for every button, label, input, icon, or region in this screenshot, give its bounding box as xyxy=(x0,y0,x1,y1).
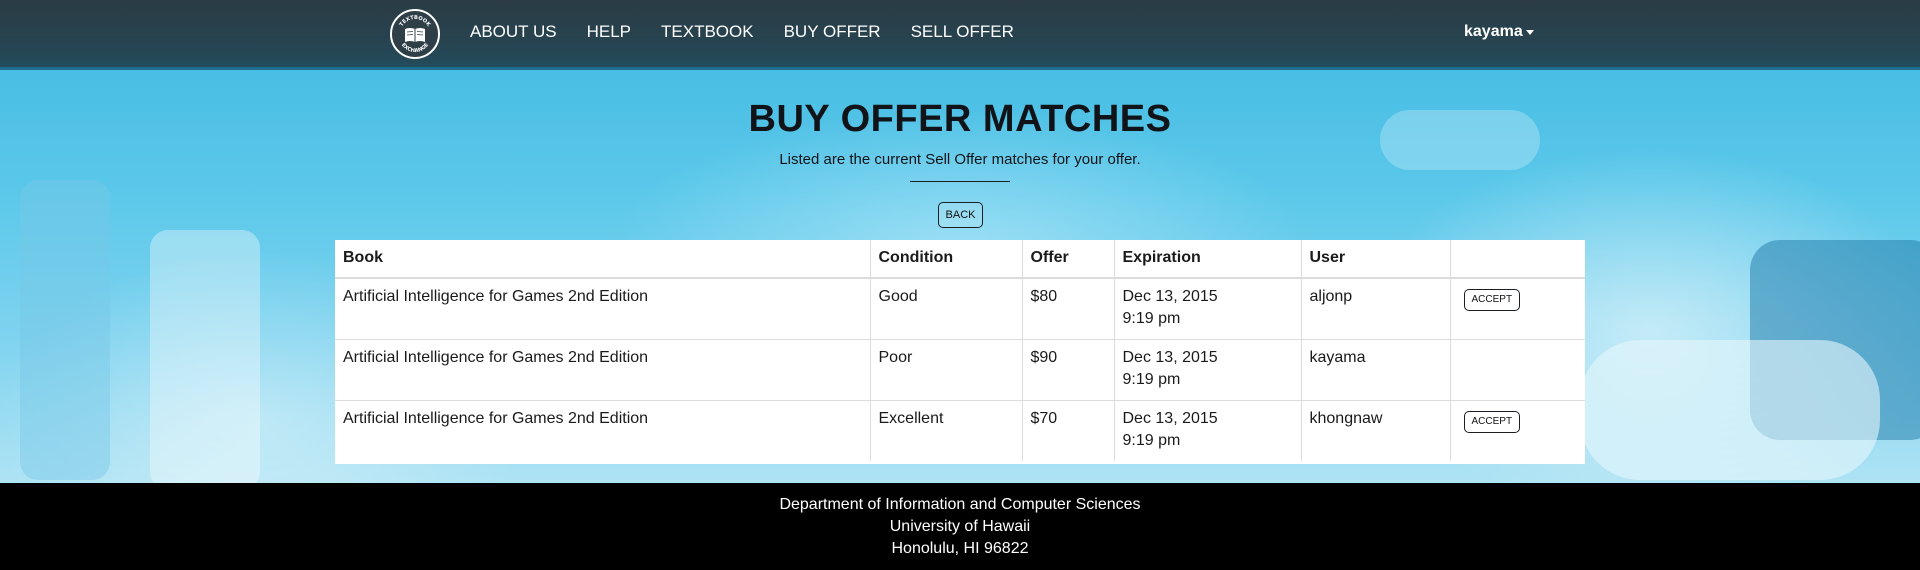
col-header-condition: Condition xyxy=(870,240,1023,279)
caret-down-icon xyxy=(1525,29,1534,35)
back-button[interactable]: BACK xyxy=(938,202,983,228)
footer-university: University of Hawaii xyxy=(889,518,1031,535)
cell-action: ACCEPT xyxy=(1450,278,1585,339)
expiration-time: 9:19 pm xyxy=(1122,431,1181,449)
logo-text-top: TEXTBOOK xyxy=(399,15,432,29)
table-row: Artificial Intelligence for Games 2nd Ed… xyxy=(335,338,1585,400)
col-header-user: User xyxy=(1301,240,1451,279)
col-header-expiration: Expiration xyxy=(1114,240,1302,279)
cell-offer: $70 xyxy=(1022,399,1115,461)
nav-buy-offer[interactable]: BUY OFFER xyxy=(784,22,881,42)
cell-user: aljonp xyxy=(1301,278,1451,339)
matches-table-container: Book Condition Offer Expiration User Art… xyxy=(335,240,1585,464)
book-logo-icon: TEXTBOOK EXCHANGE xyxy=(399,15,432,54)
expiration-time: 9:19 pm xyxy=(1122,370,1181,388)
background-book-shape xyxy=(150,230,260,483)
background-book-shape xyxy=(20,180,110,480)
col-header-action xyxy=(1450,240,1585,279)
col-header-offer: Offer xyxy=(1022,240,1115,279)
textbook-exchange-logo[interactable]: TEXTBOOK EXCHANGE xyxy=(390,9,440,59)
logo-text-bottom: EXCHANGE xyxy=(400,42,430,54)
table-row: Artificial Intelligence for Games 2nd Ed… xyxy=(335,278,1585,339)
svg-text:EXCHANGE: EXCHANGE xyxy=(400,42,430,54)
background-book-shape xyxy=(1580,340,1880,480)
cell-condition: Excellent xyxy=(870,399,1023,461)
cell-user: khongnaw xyxy=(1301,399,1451,461)
accept-button[interactable]: ACCEPT xyxy=(1463,289,1521,311)
page-subtitle: Listed are the current Sell Offer matche… xyxy=(779,151,1141,168)
footer-address: Honolulu, HI 96822 xyxy=(891,540,1029,557)
page-title: BUY OFFER MATCHES xyxy=(748,98,1172,140)
cell-user: kayama xyxy=(1301,338,1451,400)
nav-about-us[interactable]: ABOUT US xyxy=(470,22,557,42)
cell-expiration: Dec 13, 2015 9:19 pm xyxy=(1114,278,1302,339)
cell-book: Artificial Intelligence for Games 2nd Ed… xyxy=(335,278,871,339)
main-nav: ABOUT US HELP TEXTBOOK BUY OFFER SELL OF… xyxy=(470,0,1044,64)
user-dropdown[interactable]: kayama xyxy=(1464,0,1534,64)
footer-department: Department of Information and Computer S… xyxy=(779,496,1141,513)
page-footer: Department of Information and Computer S… xyxy=(0,483,1920,570)
matches-table: Book Condition Offer Expiration User Art… xyxy=(335,240,1585,461)
col-header-book: Book xyxy=(335,240,871,279)
expiration-time: 9:19 pm xyxy=(1122,310,1181,327)
accept-button[interactable]: ACCEPT xyxy=(1463,410,1521,433)
cell-book: Artificial Intelligence for Games 2nd Ed… xyxy=(335,399,871,461)
cell-expiration: Dec 13, 2015 9:19 pm xyxy=(1114,338,1302,400)
cell-action: ACCEPT xyxy=(1450,399,1585,461)
cell-book: Artificial Intelligence for Games 2nd Ed… xyxy=(335,338,871,400)
svg-text:TEXTBOOK: TEXTBOOK xyxy=(399,15,432,29)
nav-sell-offer[interactable]: SELL OFFER xyxy=(911,22,1014,42)
table-row: Artificial Intelligence for Games 2nd Ed… xyxy=(335,399,1585,461)
expiration-date: Dec 13, 2015 xyxy=(1122,348,1218,366)
nav-textbook[interactable]: TEXTBOOK xyxy=(661,22,754,42)
cell-action xyxy=(1450,338,1585,400)
cell-condition: Poor xyxy=(870,338,1023,400)
cell-expiration: Dec 13, 2015 9:19 pm xyxy=(1114,399,1302,461)
expiration-date: Dec 13, 2015 xyxy=(1122,409,1218,427)
title-divider xyxy=(910,181,1010,182)
top-navbar: TEXTBOOK EXCHANGE ABOUT US HELP TEXTBOOK… xyxy=(0,0,1920,70)
nav-help[interactable]: HELP xyxy=(587,22,631,42)
cell-offer: $80 xyxy=(1022,278,1115,339)
table-header-row: Book Condition Offer Expiration User xyxy=(335,240,1585,279)
cell-condition: Good xyxy=(870,278,1023,339)
username: kayama xyxy=(1464,23,1523,40)
cell-offer: $90 xyxy=(1022,338,1115,400)
expiration-date: Dec 13, 2015 xyxy=(1122,288,1218,305)
